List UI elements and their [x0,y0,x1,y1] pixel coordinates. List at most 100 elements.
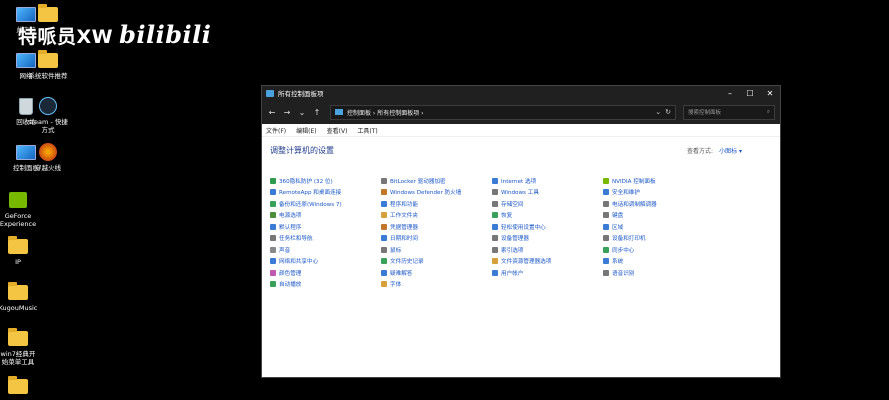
minimize-button[interactable]: – [720,86,740,100]
control-panel-item[interactable]: Internet 选项 [492,175,603,187]
item-label: 文件历史记录 [390,259,424,266]
item-label: 日期和时间 [390,236,418,243]
control-panel-item[interactable]: Windows Defender 防火墙 [381,187,492,199]
control-panel-item[interactable]: 默认程序 [270,221,381,233]
item-label: 工作文件夹 [390,213,418,220]
control-panel-item[interactable]: 工作文件夹 [381,210,492,222]
view-by: 查看方式: 小图标 ▾ [687,146,742,155]
maximize-button[interactable]: ☐ [740,86,760,100]
item-label: NVIDIA 控制面板 [612,178,656,185]
address-bar[interactable]: 控制面板 › 所有控制面板项 › ⌄ ↻ [330,104,676,120]
control-panel-item[interactable]: 语音识别 [603,267,714,279]
control-panel-item[interactable]: 任务栏和导航 [270,233,381,245]
address-dropdown-icon[interactable]: ⌄ [655,108,661,116]
desktop-icon[interactable] [0,375,42,398]
forward-arrow-icon[interactable]: → [281,105,293,119]
desktop-icon-label: win7经典开 始菜单工具 [0,350,36,366]
item-label: 字体 [390,282,402,289]
menu-tools[interactable]: 工具(T) [357,126,377,135]
up-arrow-icon[interactable]: ↑ [311,105,323,119]
menu-view[interactable]: 查看(V) [327,126,348,135]
item-label: 凭据管理器 [390,224,418,231]
control-panel-items: 360隐私防护 (32 位) RemoteApp 和桌面连接备份和还原(Windo… [270,175,714,290]
content-area: 调整计算机的设置 查看方式: 小图标 ▾ 360隐私防护 (32 位) Remote… [262,137,780,288]
control-panel-item[interactable]: 字体 [381,279,492,291]
recent-chevron-down-icon[interactable]: ⌄ [296,105,308,119]
close-button[interactable]: ✕ [760,86,780,100]
control-panel-item[interactable]: 系统 [603,256,714,268]
desktop-icon[interactable]: steam - 快捷 方式 [24,96,72,134]
search-input[interactable]: 搜索控制面板 ⌕ [683,104,775,120]
item-icon [492,212,498,219]
control-panel-item[interactable]: Windows 工具 [492,187,603,199]
watermark-brand: bilibili [119,20,212,49]
steam-icon [39,97,57,115]
item-label: BitLocker 驱动器加密 [390,178,446,185]
title-bar[interactable]: 所有控制面板项 – ☐ ✕ [262,86,780,100]
items-column: BitLocker 驱动器加密 Windows Defender 防火墙 程序和功能… [381,175,492,290]
control-panel-item[interactable]: 备份和还原(Windows 7) [270,198,381,210]
control-panel-item[interactable]: 疑难解答 [381,267,492,279]
control-panel-item[interactable]: 恢复 [492,210,603,222]
menu-file[interactable]: 文件(F) [266,126,286,135]
control-panel-item[interactable]: 索引选项 [492,244,603,256]
control-panel-item[interactable]: 键盘 [603,210,714,222]
item-icon [492,235,498,242]
folder-icon [8,375,28,394]
item-label: 同步中心 [612,247,635,254]
folder-icon [38,49,58,68]
item-icon [381,177,387,184]
control-panel-item[interactable]: 凭据管理器 [381,221,492,233]
control-panel-item[interactable]: NVIDIA 控制面板 [603,175,714,187]
desktop-icon[interactable]: win7经典开 始菜单工具 [0,327,42,366]
menu-edit[interactable]: 编辑(E) [296,126,316,135]
item-icon [381,212,387,219]
item-icon [270,258,276,265]
item-label: Windows Defender 防火墙 [390,190,462,197]
control-panel-item[interactable]: 声音 [270,244,381,256]
desktop-icon-label: 系统软件推荐 [28,72,68,80]
control-panel-item[interactable]: 电话和调制解调器 [603,198,714,210]
view-by-dropdown[interactable]: 小图标 ▾ [719,148,742,155]
control-panel-item[interactable]: 文件历史记录 [381,256,492,268]
desktop-icon[interactable]: 穿越火线 [24,142,72,172]
item-icon [492,223,498,230]
desktop-icon[interactable]: GeForce Experience [0,190,42,228]
desktop-icon[interactable]: KugouMusic [0,281,42,312]
control-panel-item[interactable]: 存储空间 [492,198,603,210]
view-by-label: 查看方式: [687,148,714,155]
control-panel-item[interactable]: 设备和打印机 [603,233,714,245]
control-panel-item[interactable]: 文件资源管理器选项 [492,256,603,268]
item-label: 网络和共享中心 [279,259,319,266]
control-panel-item[interactable]: 用户帐户 [492,267,603,279]
control-panel-item[interactable]: 轻松使用设置中心 [492,221,603,233]
control-panel-item[interactable]: 区域 [603,221,714,233]
control-panel-item[interactable]: 安全和维护 [603,187,714,199]
page-heading: 调整计算机的设置 [270,146,334,155]
control-panel-item[interactable]: 网络和共享中心 [270,256,381,268]
desktop-icon[interactable]: 系统软件推荐 [24,49,72,80]
control-panel-item[interactable]: 同步中心 [603,244,714,256]
control-panel-item[interactable]: 颜色管理 [270,267,381,279]
control-panel-item[interactable]: 日期和时间 [381,233,492,245]
control-panel-item[interactable]: RemoteApp 和桌面连接 [270,187,381,199]
control-panel-item[interactable]: 程序和功能 [381,198,492,210]
refresh-icon[interactable]: ↻ [665,108,671,116]
item-icon [381,246,387,253]
desktop-icon[interactable]: IP [0,235,42,266]
back-arrow-icon[interactable]: ← [266,105,278,119]
item-label: 设备和打印机 [612,236,646,243]
item-icon [603,189,609,196]
item-label: 文件资源管理器选项 [501,259,552,266]
control-panel-item[interactable]: 鼠标 [381,244,492,256]
control-panel-item[interactable]: 电源选项 [270,210,381,222]
item-icon [603,212,609,219]
item-icon [492,200,498,207]
control-panel-item[interactable]: 设备管理器 [492,233,603,245]
item-icon [603,223,609,230]
desktop-icon-label: IP [15,258,21,266]
control-panel-item[interactable]: 自动播放 [270,279,381,291]
item-label: 备份和还原(Windows 7) [279,201,342,208]
control-panel-item[interactable]: 360隐私防护 (32 位) [270,175,381,187]
control-panel-item[interactable]: BitLocker 驱动器加密 [381,175,492,187]
